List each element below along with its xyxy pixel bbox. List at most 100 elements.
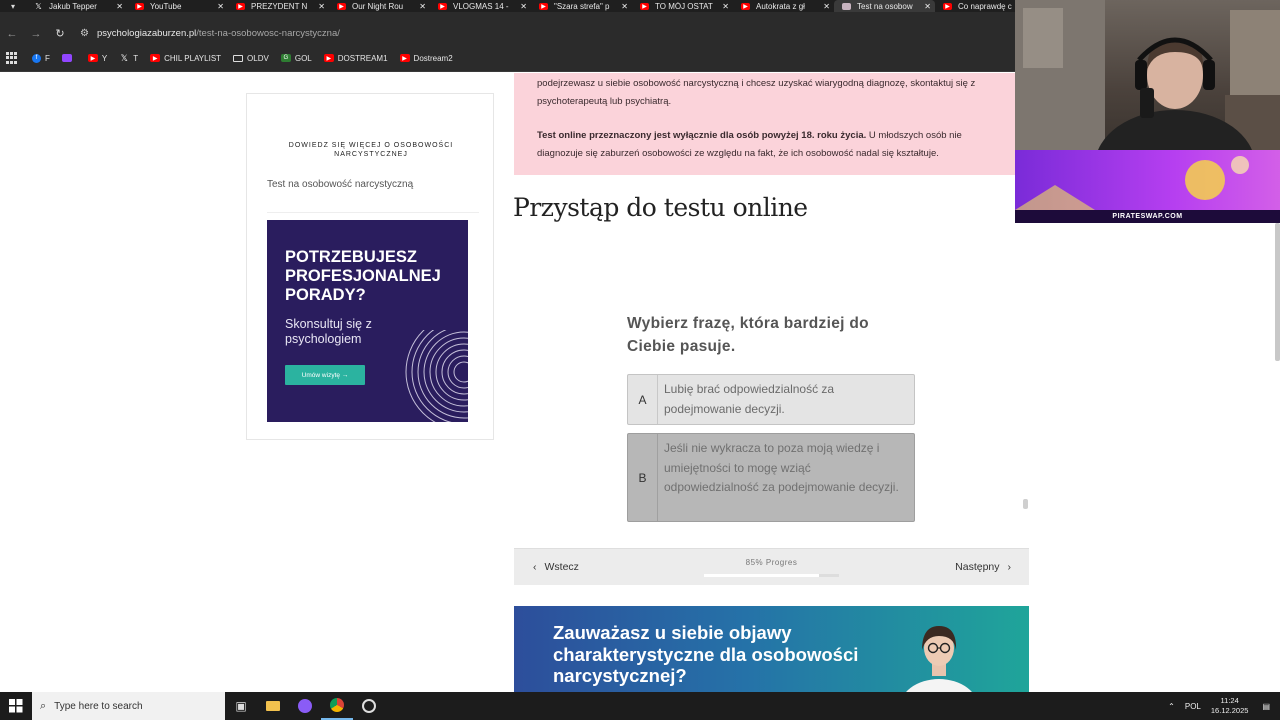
language-indicator[interactable]: POL [1185,702,1201,711]
webcam-overlay [1015,0,1280,150]
tab-search-chevron-icon[interactable]: ▾ [0,0,26,12]
url-path: /test-na-osobowosc-narcystyczna/ [196,28,340,39]
youtube-icon: ▶ [323,54,334,62]
bookmark-item[interactable] [61,54,76,62]
clock-time: 11:24 [1220,696,1239,705]
bookmark-item[interactable]: ▶ CHIL PLAYLIST [150,54,221,63]
bookmark-item[interactable]: ▶ Y [87,53,108,63]
bookmark-label: DOSTREAM1 [337,53,388,63]
browser-tab[interactable]: ▶ Our Night Rou ✕ [329,0,430,12]
woman-with-glasses-image [906,626,972,692]
site-icon [842,2,851,10]
answer-option-a[interactable]: A Lubię brać odpowiedzialność za podejmo… [627,374,915,425]
notification-icon[interactable]: ▤ [1262,702,1270,711]
close-icon[interactable]: ✕ [217,2,224,11]
site-info-icon[interactable]: ⚙ [80,28,89,39]
gol-icon: G [280,54,291,62]
bookmark-item[interactable]: ▶ DOSTREAM1 [323,53,388,63]
bookmark-item[interactable]: ▶ Dostream2 [399,54,453,63]
url-field[interactable]: ⚙ psychologiazaburzen.pl/test-na-osobowo… [80,23,1015,44]
reload-icon[interactable]: ↻ [48,27,72,40]
section-title: Przystąp do testu online [513,193,808,222]
bookmark-label: T [133,53,139,63]
bookmark-label: OLDV [247,53,269,63]
file-explorer-icon[interactable] [257,692,289,720]
bookmark-label: GOL [294,53,312,63]
progress-track [704,574,839,577]
sidebar-card: DOWIEDZ SIĘ WIĘCEJ O OSOBOWOŚCI NARCYSTY… [246,93,494,440]
close-icon[interactable]: ✕ [419,2,426,11]
youtube-icon: ▶ [399,54,410,62]
book-visit-button[interactable]: Umów wizytę → [285,365,365,385]
symptoms-banner[interactable]: Zauważasz u siebie objawy charakterystyc… [514,606,1029,692]
task-view-icon[interactable]: ▣ [225,692,257,720]
close-icon[interactable]: ✕ [823,2,830,11]
clock-date: 16.12.2025 [1210,706,1249,715]
page-scrollbar[interactable] [1275,223,1280,361]
close-icon[interactable]: ✕ [924,2,931,11]
close-icon[interactable]: ✕ [318,2,325,11]
youtube-icon: ▶ [539,2,548,10]
url-domain: psychologiazaburzen.pl [96,28,197,39]
folder-icon [233,54,244,62]
windows-start-icon[interactable] [0,692,32,720]
tab-title: Co naprawdę c [958,1,1012,11]
browser-tab[interactable]: ▶ YouTube ✕ [127,0,228,12]
windows-taskbar: ⌕ Type here to search ▣ ⌃ POL 11:24 16.1… [0,692,1280,720]
next-button[interactable]: Następny › [955,561,1011,573]
browser-tab[interactable]: ▶ TO MÓJ OSTAT ✕ [632,0,733,12]
bookmark-item[interactable]: 𝕏T [119,52,139,63]
browser-tab[interactable]: 𝕏 Jakub Tepper ✕ [26,0,127,12]
sidebar-link-test[interactable]: Test na osobowość narcystyczną [267,179,413,190]
notice-paragraph-1: podejrzewasz u siebie osobowość narcysty… [537,78,976,107]
youtube-icon: ▶ [135,2,144,10]
sponsor-overlay: PIRATESWAP.COM [1015,150,1280,223]
close-icon[interactable]: ✕ [520,2,527,11]
chevron-up-icon[interactable]: ⌃ [1168,702,1175,711]
x-icon: 𝕏 [120,52,128,63]
ad-title: POTRZEBUJESZ PROFESJONALNEJ PORADY? [285,248,441,304]
consultation-ad[interactable]: POTRZEBUJESZ PROFESJONALNEJ PORADY? Skon… [267,220,468,422]
back-arrow-icon[interactable]: ← [0,28,24,40]
bookmarks-bar: f F ▶ Y 𝕏 T ▶ CHIL PLAYLIST OLDV G GOL ▶ DOSTREAM1 ▶ D… [0,45,1015,72]
youtube-icon: ▶ [943,2,952,10]
progress-label: 85% Progres [745,558,798,567]
browser-tab[interactable]: ▶ Autokrata z gł ✕ [733,0,834,12]
inner-scroll-thumb[interactable] [1023,499,1028,509]
browser-tab[interactable]: ▶ VLOGMAS 14 - ✕ [430,0,531,12]
forward-arrow-icon[interactable]: → [24,28,48,40]
obs-icon[interactable] [353,692,385,720]
bookmark-item[interactable]: fF [32,53,50,63]
close-icon[interactable]: ✕ [722,2,729,11]
chrome-icon[interactable] [321,692,353,720]
youtube-icon: ▶ [438,2,447,10]
concentric-rings-graphic [405,330,468,422]
progress-fill [704,574,819,577]
taskbar-search-input[interactable]: ⌕ Type here to search [32,692,225,720]
bookmark-label: Y [101,53,108,63]
banner-text: Zauważasz u siebie objawy charakterystyc… [553,622,859,686]
bookmark-item[interactable]: OLDV [233,54,269,63]
youtube-icon: ▶ [87,54,98,62]
sponsor-art-image [1015,156,1249,210]
youtube-icon: ▶ [236,2,245,10]
tab-title: Jakub Tepper [49,1,97,11]
browser-tab[interactable]: ▶ PREZYDENT N ✕ [228,0,329,12]
search-icon: ⌕ [40,699,47,712]
app-icon[interactable] [289,692,321,720]
browser-tab[interactable]: Test na osobow ✕ [834,0,935,12]
close-icon[interactable]: ✕ [116,2,123,11]
browser-tab[interactable]: ▶ "Szara strefa" p ✕ [531,0,632,12]
notice-paragraph-2: Test online przeznaczony jest wyłącznie … [537,127,992,163]
facebook-icon: f [32,53,41,63]
close-icon[interactable]: ✕ [621,2,628,11]
system-tray: ⌃ POL 11:24 16.12.2025 ▤ [1168,696,1280,716]
address-bar-row: ← → ↻ ⚙ psychologiazaburzen.pl/test-na-o… [0,22,1015,45]
tab-title: "Szara strefa" p [554,1,610,11]
bookmark-item[interactable]: G GOL [280,53,312,63]
answer-option-b[interactable]: B Jeśli nie wykracza to poza moją wiedzę… [627,433,915,522]
streamer-webcam-image [1015,0,1280,150]
apps-grid-icon[interactable] [6,52,18,64]
clock[interactable]: 11:24 16.12.2025 [1211,696,1249,716]
quiz-navigation: ‹ Wstecz 85% Progres Następny › [514,548,1029,585]
